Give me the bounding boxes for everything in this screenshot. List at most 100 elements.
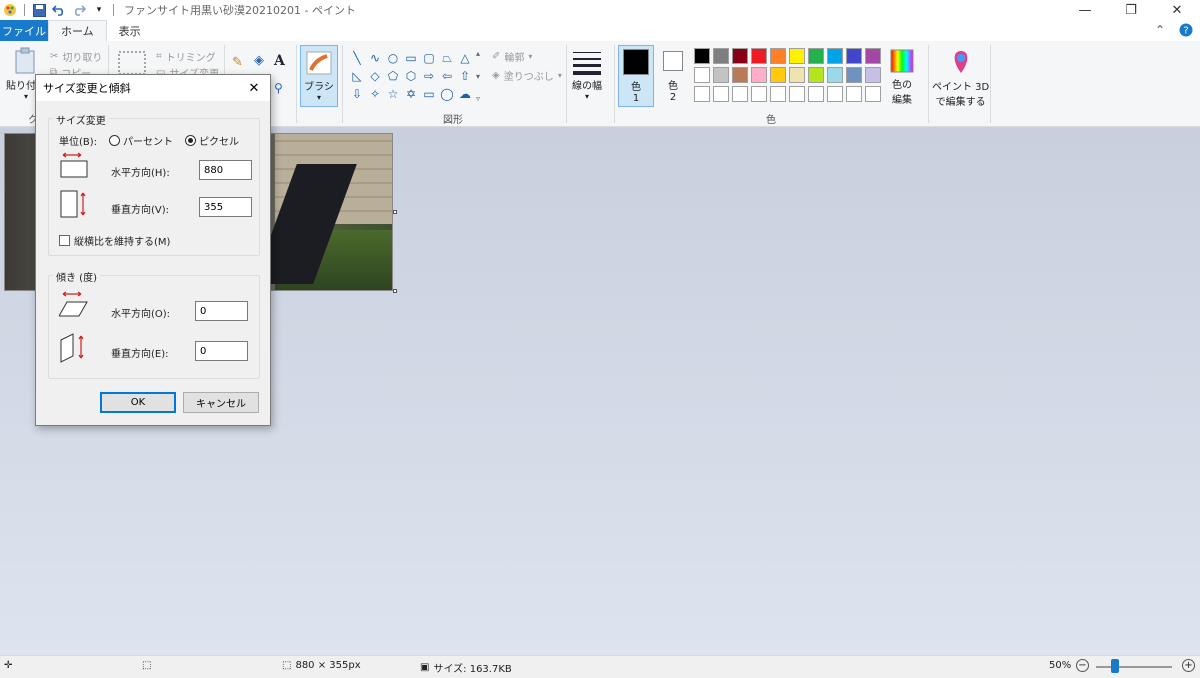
right-arrow-shape-icon[interactable]: ⇨ [420, 67, 438, 85]
cut-button[interactable]: ✂ 切り取り [50, 49, 102, 64]
palette-swatch[interactable] [865, 86, 881, 102]
zoom-slider-track[interactable] [1096, 666, 1172, 668]
right-triangle-shape-icon[interactable]: ◺ [348, 67, 366, 85]
palette-swatch[interactable] [694, 48, 710, 64]
line-shape-icon[interactable]: ╲ [348, 49, 366, 67]
left-arrow-shape-icon[interactable]: ⇦ [438, 67, 456, 85]
zoom-slider-thumb[interactable] [1111, 659, 1119, 673]
crop-button[interactable]: ⌗ トリミング [156, 49, 216, 64]
palette-swatch[interactable] [732, 48, 748, 64]
select-button[interactable] [118, 51, 146, 75]
hexagon-shape-icon[interactable]: ⬡ [402, 67, 420, 85]
brush-button[interactable]: ブラシ ▾ [300, 45, 338, 107]
palette-swatch[interactable] [732, 86, 748, 102]
triangle-shape-icon[interactable]: △ [456, 49, 474, 67]
help-icon[interactable]: ? [1178, 22, 1194, 38]
horizontal-input[interactable] [199, 160, 252, 180]
color2-button[interactable]: 色 2 [658, 48, 688, 103]
palette-swatch[interactable] [732, 67, 748, 83]
callout-rect-icon[interactable]: ▭ [420, 85, 438, 103]
text-icon[interactable]: A [274, 53, 285, 69]
palette-swatch[interactable] [827, 48, 843, 64]
close-button[interactable]: ✕ [1154, 0, 1200, 20]
palette-swatch[interactable] [808, 48, 824, 64]
palette-swatch[interactable] [827, 67, 843, 83]
six-point-star-icon[interactable]: ✡ [402, 85, 420, 103]
callout-oval-icon[interactable]: ◯ [438, 85, 456, 103]
zoom-out-button[interactable]: − [1076, 659, 1089, 672]
shape-gallery-scroll[interactable]: ▴ ▾ ▿ [476, 49, 486, 103]
palette-swatch[interactable] [827, 86, 843, 102]
palette-swatch[interactable] [770, 67, 786, 83]
five-point-star-icon[interactable]: ☆ [384, 85, 402, 103]
palette-swatch[interactable] [770, 48, 786, 64]
outline-button[interactable]: ✐ 輪郭 ▾ [492, 49, 532, 64]
undo-icon[interactable] [51, 2, 67, 18]
redo-icon[interactable] [71, 2, 87, 18]
keep-aspect-checkbox[interactable]: 縦横比を維持する(M) [59, 233, 170, 248]
shape-gallery[interactable]: ╲ ∿ ○ ▭ ▢ ⏢ △ ◺ ◇ ⬠ ⬡ ⇨ ⇦ ⇧ ⇩ ✧ ☆ ✡ ▭ ◯ … [348, 49, 474, 103]
diamond-shape-icon[interactable]: ◇ [366, 67, 384, 85]
scroll-down-icon[interactable]: ▾ [476, 72, 486, 81]
palette-swatch[interactable] [865, 67, 881, 83]
polygon-shape-icon[interactable]: ⏢ [438, 49, 456, 67]
palette-swatch[interactable] [846, 86, 862, 102]
palette-swatch[interactable] [694, 86, 710, 102]
edit-colors-button[interactable]: 色の 編集 [890, 49, 914, 106]
palette-swatch[interactable] [808, 67, 824, 83]
palette-swatch[interactable] [846, 67, 862, 83]
tab-home[interactable]: ホーム [48, 20, 107, 41]
zoom-in-button[interactable]: + [1182, 659, 1195, 672]
resize-handle-right[interactable] [393, 210, 397, 214]
customize-toolbar-icon[interactable]: ▾ [91, 2, 107, 18]
palette-swatch[interactable] [789, 67, 805, 83]
vertical-input[interactable] [199, 197, 252, 217]
palette-swatch[interactable] [751, 48, 767, 64]
palette-swatch[interactable] [751, 67, 767, 83]
dialog-close-button[interactable]: ✕ [246, 80, 262, 96]
rounded-rectangle-shape-icon[interactable]: ▢ [420, 49, 438, 67]
skew-vertical-input[interactable] [195, 341, 248, 361]
palette-swatch[interactable] [789, 86, 805, 102]
rectangle-shape-icon[interactable]: ▭ [402, 49, 420, 67]
pentagon-shape-icon[interactable]: ⬠ [384, 67, 402, 85]
palette-swatch[interactable] [865, 48, 881, 64]
palette-swatch[interactable] [846, 48, 862, 64]
skew-horizontal-input[interactable] [195, 301, 248, 321]
pencil-icon[interactable]: ✎ [232, 55, 243, 70]
palette-swatch[interactable] [713, 86, 729, 102]
tab-view[interactable]: 表示 [107, 20, 153, 41]
color1-button[interactable]: 色 1 [618, 45, 654, 107]
pixel-radio[interactable]: ピクセル [185, 133, 239, 148]
curve-shape-icon[interactable]: ∿ [366, 49, 384, 67]
palette-swatch[interactable] [808, 86, 824, 102]
scroll-up-icon[interactable]: ▴ [476, 49, 486, 58]
restore-button[interactable]: ❐ [1108, 0, 1154, 20]
save-icon[interactable] [31, 2, 47, 18]
resize-handle-corner[interactable] [393, 289, 397, 293]
fill-bucket-icon[interactable]: ◈ [254, 53, 264, 68]
gallery-expand-icon[interactable]: ▿ [476, 94, 486, 103]
line-width-button[interactable]: 線の幅 ▾ [572, 49, 602, 101]
percent-radio[interactable]: パーセント [109, 133, 173, 148]
tab-file[interactable]: ファイル [0, 20, 48, 41]
down-arrow-shape-icon[interactable]: ⇩ [348, 85, 366, 103]
palette-swatch[interactable] [713, 48, 729, 64]
oval-shape-icon[interactable]: ○ [384, 49, 402, 67]
palette-swatch[interactable] [789, 48, 805, 64]
paint3d-button[interactable]: ペイント 3D で編集する [932, 49, 989, 108]
ok-button[interactable]: OK [100, 392, 176, 413]
fill-button[interactable]: ◈ 塗りつぶし ▾ [492, 68, 562, 83]
cancel-button[interactable]: キャンセル [183, 392, 259, 413]
magnifier-icon[interactable]: ⚲ [274, 81, 283, 95]
palette-swatch[interactable] [751, 86, 767, 102]
color1-swatch [623, 49, 649, 75]
collapse-ribbon-icon[interactable]: ⌃ [1152, 22, 1168, 38]
minimize-button[interactable]: — [1062, 0, 1108, 20]
palette-swatch[interactable] [770, 86, 786, 102]
up-arrow-shape-icon[interactable]: ⇧ [456, 67, 474, 85]
palette-swatch[interactable] [694, 67, 710, 83]
palette-swatch[interactable] [713, 67, 729, 83]
callout-cloud-icon[interactable]: ☁ [456, 85, 474, 103]
four-point-star-icon[interactable]: ✧ [366, 85, 384, 103]
